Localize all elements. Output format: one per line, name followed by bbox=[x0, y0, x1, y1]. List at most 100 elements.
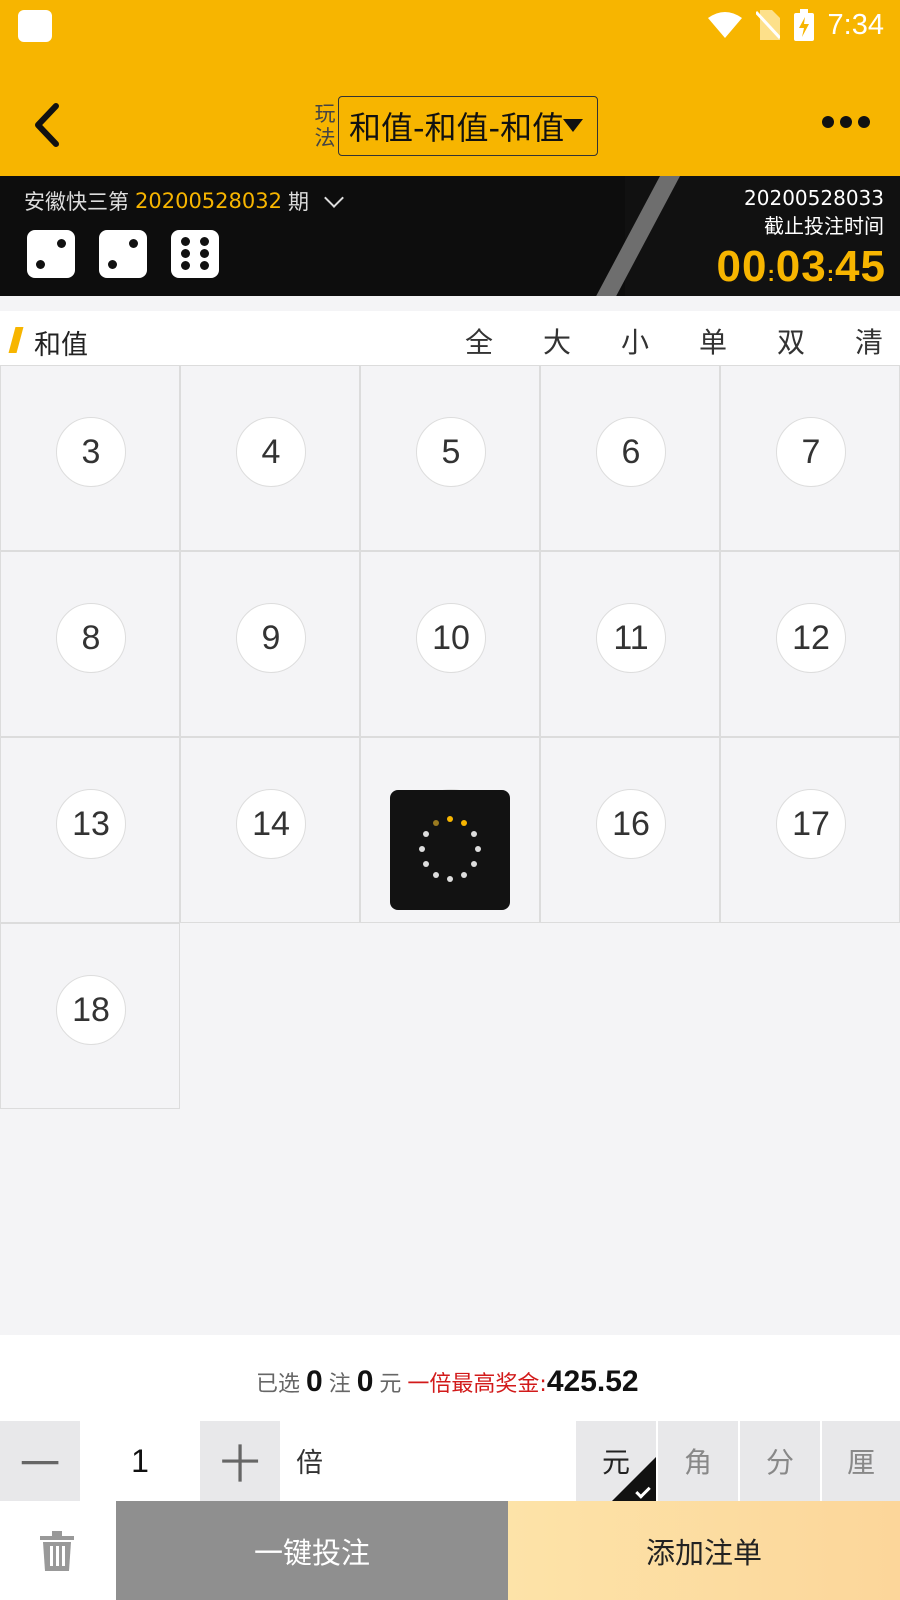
currency-unit-jiao[interactable]: 角 bbox=[658, 1421, 738, 1501]
chevron-down-icon bbox=[324, 188, 344, 208]
quick-pick-big[interactable]: 大 bbox=[518, 321, 596, 361]
trash-icon[interactable] bbox=[40, 1531, 74, 1571]
play-tag-label: 玩法 bbox=[314, 102, 336, 150]
app-notification-icon bbox=[18, 10, 52, 42]
section-title: 和值 bbox=[34, 330, 88, 361]
bet-summary: 已选 0 注 0 元 一倍最高奖金: 425.52 bbox=[0, 1335, 900, 1421]
play-mode-selector[interactable]: 和值-和值-和值 bbox=[338, 96, 598, 156]
dice-result bbox=[27, 230, 219, 278]
no-sim-icon bbox=[755, 10, 780, 40]
section-accent-bar bbox=[8, 327, 24, 353]
number-cell[interactable]: 14 bbox=[180, 737, 360, 923]
number-ball[interactable]: 17 bbox=[776, 789, 846, 859]
number-ball[interactable]: 18 bbox=[56, 975, 126, 1045]
multiplier-minus-button[interactable]: 一 bbox=[0, 1421, 80, 1501]
selected-count: 0 bbox=[306, 1365, 323, 1398]
lottery-bet-screen: 7:34 玩法 和值-和值-和值 安徽快三第 20200528032 期 202… bbox=[0, 0, 900, 1600]
summary-line: 已选 0 注 0 元 一倍最高奖金: 425.52 bbox=[256, 1365, 639, 1399]
more-options-icon[interactable] bbox=[822, 116, 870, 128]
number-ball[interactable]: 4 bbox=[236, 417, 306, 487]
next-issue-info: 20200528033 截止投注时间 bbox=[744, 184, 884, 240]
number-cell[interactable]: 16 bbox=[540, 737, 720, 923]
quick-pick-even[interactable]: 双 bbox=[752, 321, 830, 361]
multiplier-unit-label: 倍 bbox=[296, 1448, 323, 1479]
quick-pick-buttons: 全 大 小 单 双 清 bbox=[440, 321, 900, 361]
status-icons: 7:34 bbox=[707, 8, 884, 42]
multiplier-row: 一 1 十 倍 元 角 分 厘 bbox=[0, 1421, 900, 1501]
multiplier-plus-button[interactable]: 十 bbox=[200, 1421, 280, 1501]
back-arrow-icon[interactable] bbox=[28, 100, 68, 150]
number-ball[interactable]: 13 bbox=[56, 789, 126, 859]
number-ball[interactable]: 3 bbox=[56, 417, 126, 487]
loading-spinner-icon bbox=[390, 790, 510, 910]
issue-number: 20200528032 bbox=[135, 189, 282, 213]
currency-unit-fen[interactable]: 分 bbox=[740, 1421, 820, 1501]
next-issue-number: 20200528033 bbox=[744, 186, 884, 210]
number-cell[interactable]: 4 bbox=[180, 365, 360, 551]
number-ball[interactable]: 9 bbox=[236, 603, 306, 673]
quick-pick-small[interactable]: 小 bbox=[596, 321, 674, 361]
status-bar: 7:34 bbox=[0, 0, 900, 50]
caret-down-icon bbox=[563, 119, 583, 132]
one-key-bet-button[interactable]: 一键投注 bbox=[116, 1501, 508, 1600]
amount-value: 0 bbox=[356, 1365, 374, 1398]
currency-unit-label: 角 bbox=[683, 1446, 712, 1479]
multiplier-input[interactable]: 1 bbox=[80, 1421, 200, 1501]
selected-prefix: 已选 bbox=[256, 1372, 301, 1397]
issue-selector[interactable]: 安徽快三第 20200528032 期 bbox=[24, 186, 344, 216]
top-header: 玩法 和值-和值-和值 bbox=[0, 50, 900, 176]
number-cell[interactable]: 5 bbox=[360, 365, 540, 551]
currency-unit-label: 厘 bbox=[846, 1446, 875, 1479]
number-cell[interactable]: 17 bbox=[720, 737, 900, 923]
number-ball[interactable]: 8 bbox=[56, 603, 126, 673]
number-cell[interactable]: 3 bbox=[0, 365, 180, 551]
amount-unit: 元 bbox=[379, 1372, 402, 1397]
number-ball[interactable]: 7 bbox=[776, 417, 846, 487]
number-cell[interactable]: 9 bbox=[180, 551, 360, 737]
number-ball[interactable]: 12 bbox=[776, 603, 846, 673]
number-ball[interactable]: 11 bbox=[596, 603, 666, 673]
number-cell[interactable]: 11 bbox=[540, 551, 720, 737]
number-ball[interactable]: 14 bbox=[236, 789, 306, 859]
deadline-label: 截止投注时间 bbox=[764, 214, 884, 238]
countdown-timer: 00:03:45 bbox=[716, 242, 886, 291]
quick-pick-clear[interactable]: 清 bbox=[830, 321, 900, 361]
status-time: 7:34 bbox=[827, 8, 884, 41]
number-ball[interactable]: 5 bbox=[416, 417, 486, 487]
max-prize-value: 425.52 bbox=[546, 1365, 639, 1398]
number-ball[interactable]: 16 bbox=[596, 789, 666, 859]
currency-unit-label: 分 bbox=[765, 1446, 794, 1479]
number-cell[interactable]: 12 bbox=[720, 551, 900, 737]
number-cell[interactable]: 6 bbox=[540, 365, 720, 551]
wifi-icon bbox=[707, 12, 742, 38]
bottom-action-bar: 一键投注 添加注单 bbox=[0, 1501, 900, 1600]
number-cell[interactable]: 8 bbox=[0, 551, 180, 737]
section-header: 和值 全 大 小 单 双 清 bbox=[0, 311, 900, 365]
number-cell[interactable]: 18 bbox=[0, 923, 180, 1109]
number-ball[interactable]: 6 bbox=[596, 417, 666, 487]
quick-pick-all[interactable]: 全 bbox=[440, 321, 518, 361]
count-unit: 注 bbox=[328, 1372, 351, 1397]
countdown-minutes: 03 bbox=[775, 242, 827, 291]
play-mode-label: 和值-和值-和值 bbox=[349, 109, 565, 147]
number-cell[interactable]: 10 bbox=[360, 551, 540, 737]
currency-unit-li[interactable]: 厘 bbox=[822, 1421, 900, 1501]
quick-pick-odd[interactable]: 单 bbox=[674, 321, 752, 361]
number-ball[interactable]: 10 bbox=[416, 603, 486, 673]
die-2 bbox=[99, 230, 147, 278]
countdown-seconds: 45 bbox=[835, 242, 886, 291]
more-dot bbox=[840, 116, 852, 128]
more-dot bbox=[858, 116, 870, 128]
battery-charging-icon bbox=[793, 9, 814, 41]
draw-info-bar: 安徽快三第 20200528032 期 20200528033 截止投注时间 0… bbox=[0, 176, 900, 296]
issue-suffix: 期 bbox=[287, 190, 309, 214]
die-1 bbox=[27, 230, 75, 278]
lottery-name: 安徽快三第 bbox=[24, 190, 129, 214]
die-3 bbox=[171, 230, 219, 278]
number-cell[interactable]: 7 bbox=[720, 365, 900, 551]
currency-unit-yuan[interactable]: 元 bbox=[576, 1421, 656, 1501]
max-prize-label: 一倍最高奖金: bbox=[407, 1372, 547, 1397]
add-order-button[interactable]: 添加注单 bbox=[508, 1501, 900, 1600]
more-dot bbox=[822, 116, 834, 128]
number-cell[interactable]: 13 bbox=[0, 737, 180, 923]
